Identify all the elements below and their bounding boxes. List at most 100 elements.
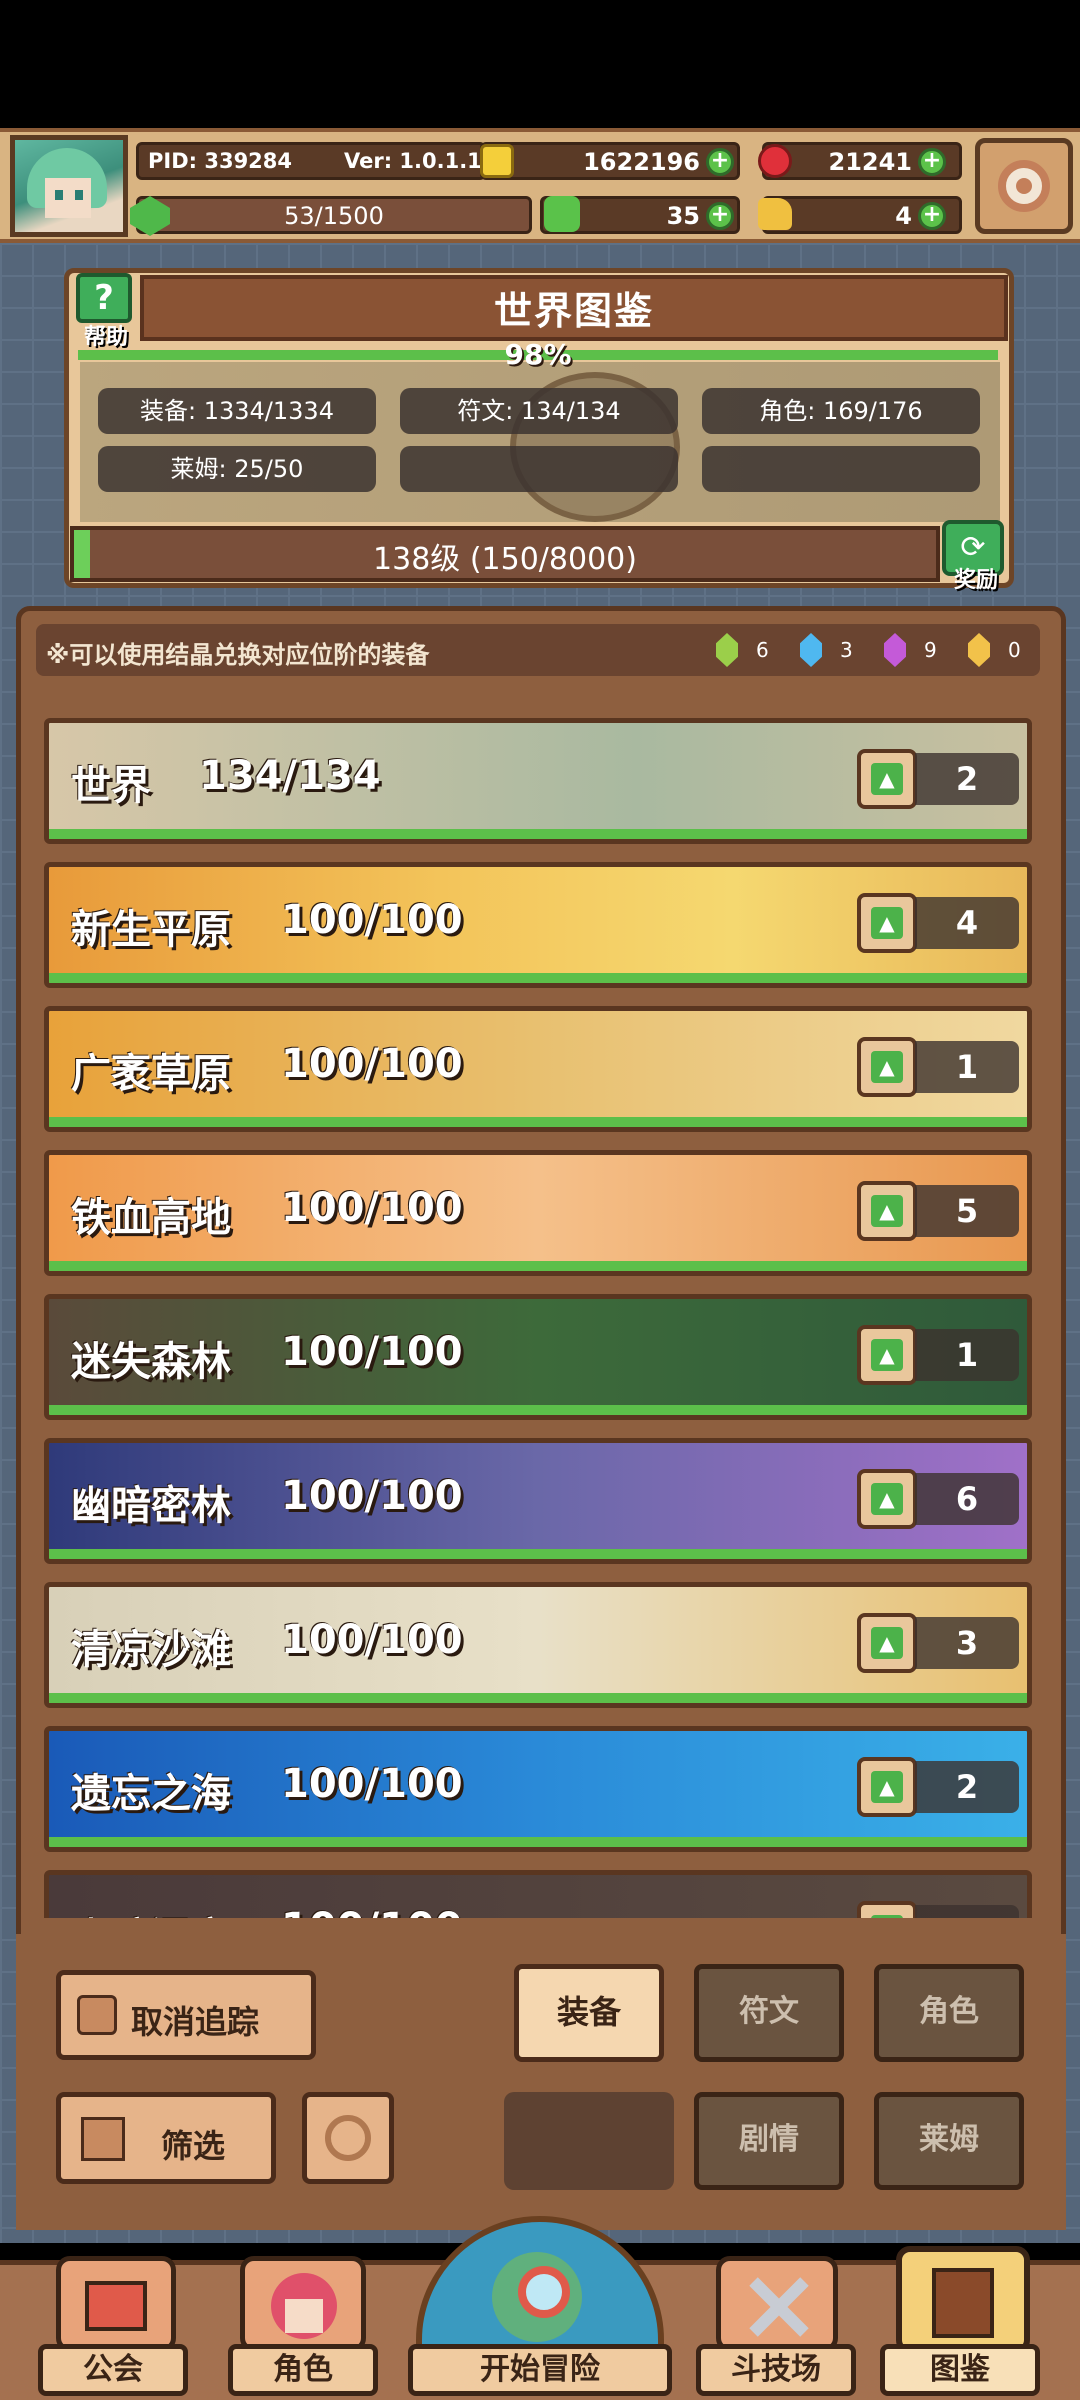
region-name: 幽暗洞窟	[71, 1905, 231, 1918]
add-clover-plus-icon[interactable]: +	[706, 202, 734, 230]
tab-slime[interactable]: 莱姆	[874, 2092, 1024, 2190]
thumb-up-icon: ▲	[871, 1627, 903, 1659]
region-row[interactable]: 铁血高地 100/100 ▲ 5	[44, 1150, 1032, 1276]
like-button[interactable]: ▲	[857, 1325, 917, 1385]
gold-coin-icon	[480, 144, 514, 178]
crossed-swords-icon[interactable]	[716, 2256, 838, 2352]
add-gems-plus-icon[interactable]: +	[918, 148, 946, 176]
thumb-up-icon: ▲	[871, 1339, 903, 1371]
region-row[interactable]: 迷失森林 100/100 ▲ 1	[44, 1294, 1032, 1420]
gold-amount: 1622196	[583, 148, 700, 176]
reward-button[interactable]: ⟳ 奖励	[936, 516, 1016, 596]
add-key-plus-icon[interactable]: +	[918, 202, 946, 230]
thumb-up-icon: ▲	[871, 1195, 903, 1227]
like-button[interactable]: ▲	[857, 1901, 917, 1918]
nav-codex[interactable]: 图鉴	[880, 2344, 1040, 2396]
like-button[interactable]: ▲	[857, 1613, 917, 1673]
settings-gear-icon[interactable]	[975, 138, 1073, 234]
region-row[interactable]: 幽暗密林 100/100 ▲ 6	[44, 1438, 1032, 1564]
like-count: 4	[915, 897, 1019, 949]
characters-stat: 角色: 169/176	[702, 388, 980, 434]
region-completion-bar	[49, 1261, 1027, 1271]
region-completion-bar	[49, 1405, 1027, 1415]
region-completion-bar	[49, 1693, 1027, 1703]
region-completion-bar	[49, 1837, 1027, 1847]
question-icon: ?	[76, 273, 132, 323]
region-name: 清凉沙滩	[71, 1627, 231, 1673]
like-count: 3	[915, 1905, 1019, 1918]
codex-book-icon[interactable]	[896, 2246, 1030, 2354]
like-button[interactable]: ▲	[857, 749, 917, 809]
like-button[interactable]: ▲	[857, 1037, 917, 1097]
like-button[interactable]: ▲	[857, 1469, 917, 1529]
tab-story[interactable]: 剧情	[694, 2092, 844, 2190]
like-button[interactable]: ▲	[857, 1757, 917, 1817]
guild-icon[interactable]	[56, 2256, 176, 2352]
region-completion-bar	[49, 973, 1027, 983]
region-row[interactable]: 清凉沙滩 100/100 ▲ 3	[44, 1582, 1032, 1708]
region-row[interactable]: 广袤草原 100/100 ▲ 1	[44, 1006, 1032, 1132]
thumb-up-icon: ▲	[871, 1915, 903, 1918]
clover-icon	[544, 196, 580, 232]
slime-stat: 莱姆: 25/50	[98, 446, 376, 492]
thumb-up-icon	[77, 1995, 117, 2035]
region-row[interactable]: 新生平原 100/100 ▲ 4	[44, 862, 1032, 988]
refresh-button[interactable]	[302, 2092, 394, 2184]
tab-equipment[interactable]: 装备	[514, 1964, 664, 2062]
grid-icon	[81, 2117, 125, 2161]
magnifier-icon	[518, 2266, 570, 2318]
region-name: 世界	[71, 763, 151, 809]
like-button[interactable]: ▲	[857, 893, 917, 953]
nav-adventure[interactable]: 开始冒险	[408, 2344, 672, 2396]
like-count: 6	[915, 1473, 1019, 1525]
level-text: 138级 (150/8000)	[373, 542, 637, 577]
like-count: 3	[915, 1617, 1019, 1669]
untrack-label: 取消追踪	[131, 2003, 260, 2041]
region-list[interactable]: 世界 134/134 ▲ 2 新生平原 100/100 ▲ 4 广袤草原 100/100 ▲ 1 铁血高…	[36, 706, 1040, 1918]
player-avatar[interactable]	[10, 135, 128, 237]
character-icon[interactable]	[240, 2256, 366, 2352]
region-name: 铁血高地	[71, 1195, 231, 1241]
like-count: 2	[915, 1761, 1019, 1813]
refresh-icon	[325, 2115, 371, 2161]
nav-character[interactable]: 角色	[228, 2344, 378, 2396]
like-button[interactable]: ▲	[857, 1181, 917, 1241]
energy-text: 53/1500	[284, 202, 384, 230]
tab-characters[interactable]: 角色	[874, 1964, 1024, 2062]
nav-guild[interactable]: 公会	[38, 2344, 188, 2396]
like-count: 1	[915, 1329, 1019, 1381]
tab-runes[interactable]: 符文	[694, 1964, 844, 2062]
region-count: 100/100	[281, 1041, 463, 1087]
key-amount: 4	[895, 202, 912, 230]
region-completion-bar	[49, 829, 1027, 839]
region-count: 100/100	[281, 1905, 463, 1918]
region-row[interactable]: 世界 134/134 ▲ 2	[44, 718, 1032, 844]
ruby-gem-icon	[758, 144, 792, 178]
region-count: 100/100	[281, 1473, 463, 1519]
region-count: 100/100	[281, 1185, 463, 1231]
status-bar	[0, 0, 1080, 128]
untrack-button[interactable]: 取消追踪	[56, 1970, 316, 2060]
region-name: 广袤草原	[71, 1051, 231, 1097]
gems-amount: 21241	[828, 148, 913, 176]
like-count: 2	[915, 753, 1019, 805]
nav-arena[interactable]: 斗技场	[696, 2344, 856, 2396]
like-count: 5	[915, 1185, 1019, 1237]
region-row[interactable]: 遗忘之海 100/100 ▲ 2	[44, 1726, 1032, 1852]
encyclopedia-title: 世界图鉴	[493, 289, 654, 333]
region-row[interactable]: 幽暗洞窟 100/100 ▲ 3	[44, 1870, 1032, 1918]
thumb-up-icon: ▲	[871, 907, 903, 939]
region-name: 遗忘之海	[71, 1771, 231, 1817]
thumb-up-icon: ▲	[871, 1483, 903, 1515]
region-count: 100/100	[281, 897, 463, 943]
filter-label: 筛选	[161, 2127, 226, 2165]
region-name: 新生平原	[71, 907, 231, 953]
empty-stat-slot	[702, 446, 980, 492]
region-count: 100/100	[281, 1761, 463, 1807]
completion-percent: 98%	[504, 338, 572, 371]
add-gold-plus-icon[interactable]: +	[706, 148, 734, 176]
crystal-notice-text: ※可以使用结晶兑换对应位阶的装备	[46, 641, 430, 669]
thumb-up-icon: ▲	[871, 1771, 903, 1803]
filter-button[interactable]: 筛选	[56, 2092, 276, 2184]
region-completion-bar	[49, 1117, 1027, 1127]
